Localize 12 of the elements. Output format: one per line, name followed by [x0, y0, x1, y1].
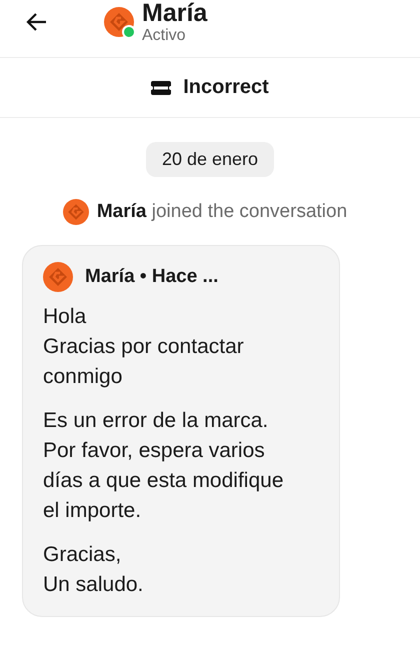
topic-label: Incorrect [183, 76, 269, 99]
date-chip: 20 de enero [146, 142, 274, 177]
message-text: Es un error de la marca. Por favor, espera varios días a que esta modifique el importe. [43, 408, 284, 524]
contact-status: Activo [142, 26, 187, 46]
join-notice: María joined the conversation [96, 201, 348, 223]
ticket-icon [151, 80, 172, 94]
message-text: Gracias, Un saludo. [43, 542, 144, 598]
brand-logo-icon [62, 199, 89, 225]
message-author: María • Hace ... [85, 266, 218, 288]
author-avatar-icon [43, 262, 73, 292]
message-text: Hola Gracias por contactar conmigo [43, 304, 245, 390]
contact-name: María [142, 0, 208, 26]
